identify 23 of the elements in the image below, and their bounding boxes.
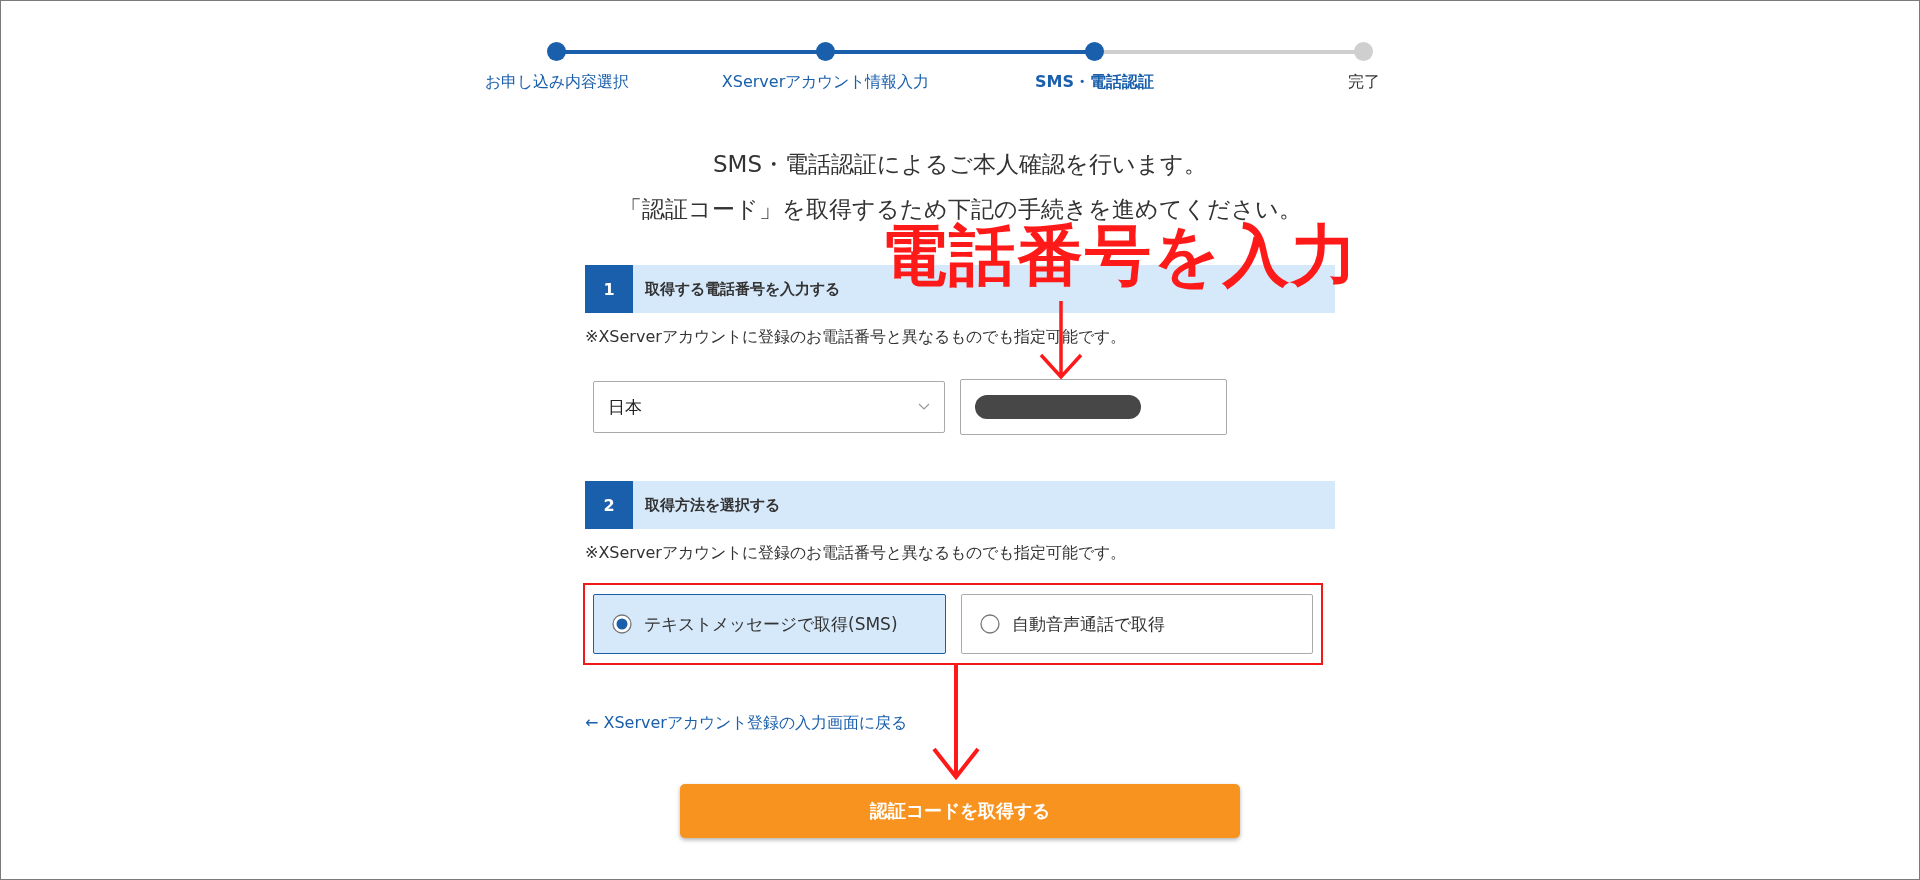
annotation-text: 電話番号を入力 (881, 223, 1359, 289)
phone-input-field[interactable] (960, 379, 1227, 435)
step-label: SMS・電話認証 (1035, 72, 1154, 93)
select-value: 日本 (608, 395, 642, 419)
back-link[interactable]: ← XServerアカウント登録の入力画面に戻る (585, 713, 907, 734)
section-title: 取得方法を選択する (644, 494, 780, 516)
method-option[interactable]: テキストメッセージで取得(SMS) (593, 594, 946, 654)
option-label: テキストメッセージで取得(SMS) (644, 612, 898, 636)
radio-button[interactable] (979, 614, 1000, 634)
option-label: 自動音声通話で取得 (1011, 612, 1165, 636)
intro-text: 「認証コード」を取得するため下記の手続きを進めてください。 (618, 195, 1302, 222)
step-label: XServerアカウント情報入力 (721, 72, 930, 93)
step-number: 2 (585, 481, 633, 529)
step-label: お申し込み内容選択 (484, 72, 629, 93)
country-select[interactable]: 日本 (593, 381, 945, 433)
note-text: ※XServerアカウントに登録のお電話番号と異なるものでも指定可能です。 (585, 543, 1127, 564)
section-title: 取得する電話番号を入力する (644, 278, 840, 300)
step-number: 1 (585, 265, 633, 313)
radio-button[interactable] (612, 614, 632, 634)
chevron-down-icon (918, 403, 930, 411)
intro-text: SMS・電話認証によるご本人確認を行います。 (712, 150, 1207, 179)
step-label: 完了 (1347, 72, 1380, 93)
method-option[interactable]: 自動音声通話で取得 (960, 594, 1313, 654)
